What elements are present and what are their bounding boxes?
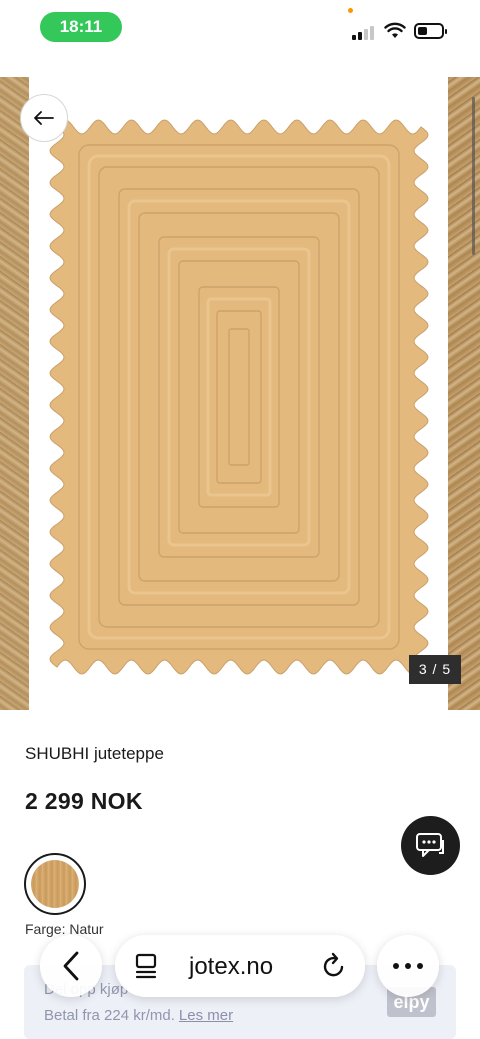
product-page: 18:11 3 / 5 SHUBHI juteteppe 2 299 NOK F…	[0, 0, 480, 1039]
status-bar: 18:11	[0, 0, 480, 56]
wifi-icon	[384, 22, 406, 38]
color-swatch-natur[interactable]	[24, 853, 86, 915]
product-image-gallery[interactable]: 3 / 5	[0, 77, 480, 710]
read-more-link[interactable]: Les mer	[179, 1007, 233, 1024]
payment-monthly-amount: Betal fra 224 kr/md.	[44, 1007, 175, 1024]
payment-monthly-text: Betal fra 224 kr/md. Les mer	[44, 1007, 233, 1024]
back-button[interactable]	[20, 94, 68, 142]
battery-icon	[414, 23, 447, 39]
status-time: 18:11	[40, 12, 122, 42]
next-image-peek	[448, 77, 480, 710]
page-menu-icon	[135, 953, 157, 979]
image-counter: 3 / 5	[409, 655, 461, 684]
product-title: SHUBHI juteteppe	[25, 744, 164, 763]
more-button[interactable]	[377, 935, 439, 997]
previous-image-peek	[0, 77, 29, 710]
more-icon	[393, 963, 423, 969]
product-price: 2 299 NOK	[25, 788, 143, 814]
reload-icon[interactable]	[321, 952, 347, 980]
chat-icon	[415, 832, 444, 857]
browser-back-button[interactable]	[40, 935, 102, 997]
chevron-left-icon	[63, 951, 79, 981]
back-arrow-icon	[34, 111, 54, 125]
privacy-indicator-dot	[348, 8, 353, 13]
product-image[interactable]	[29, 77, 448, 710]
signal-icon	[352, 24, 376, 40]
swatch-image	[31, 860, 79, 908]
browser-toolbar: jotex.no	[0, 935, 480, 999]
jute-rug-image	[49, 119, 429, 675]
gallery-scroll-indicator	[472, 97, 475, 255]
url-text: jotex.no	[189, 953, 274, 980]
chat-button[interactable]	[401, 816, 460, 875]
address-bar[interactable]: jotex.no	[115, 935, 365, 997]
